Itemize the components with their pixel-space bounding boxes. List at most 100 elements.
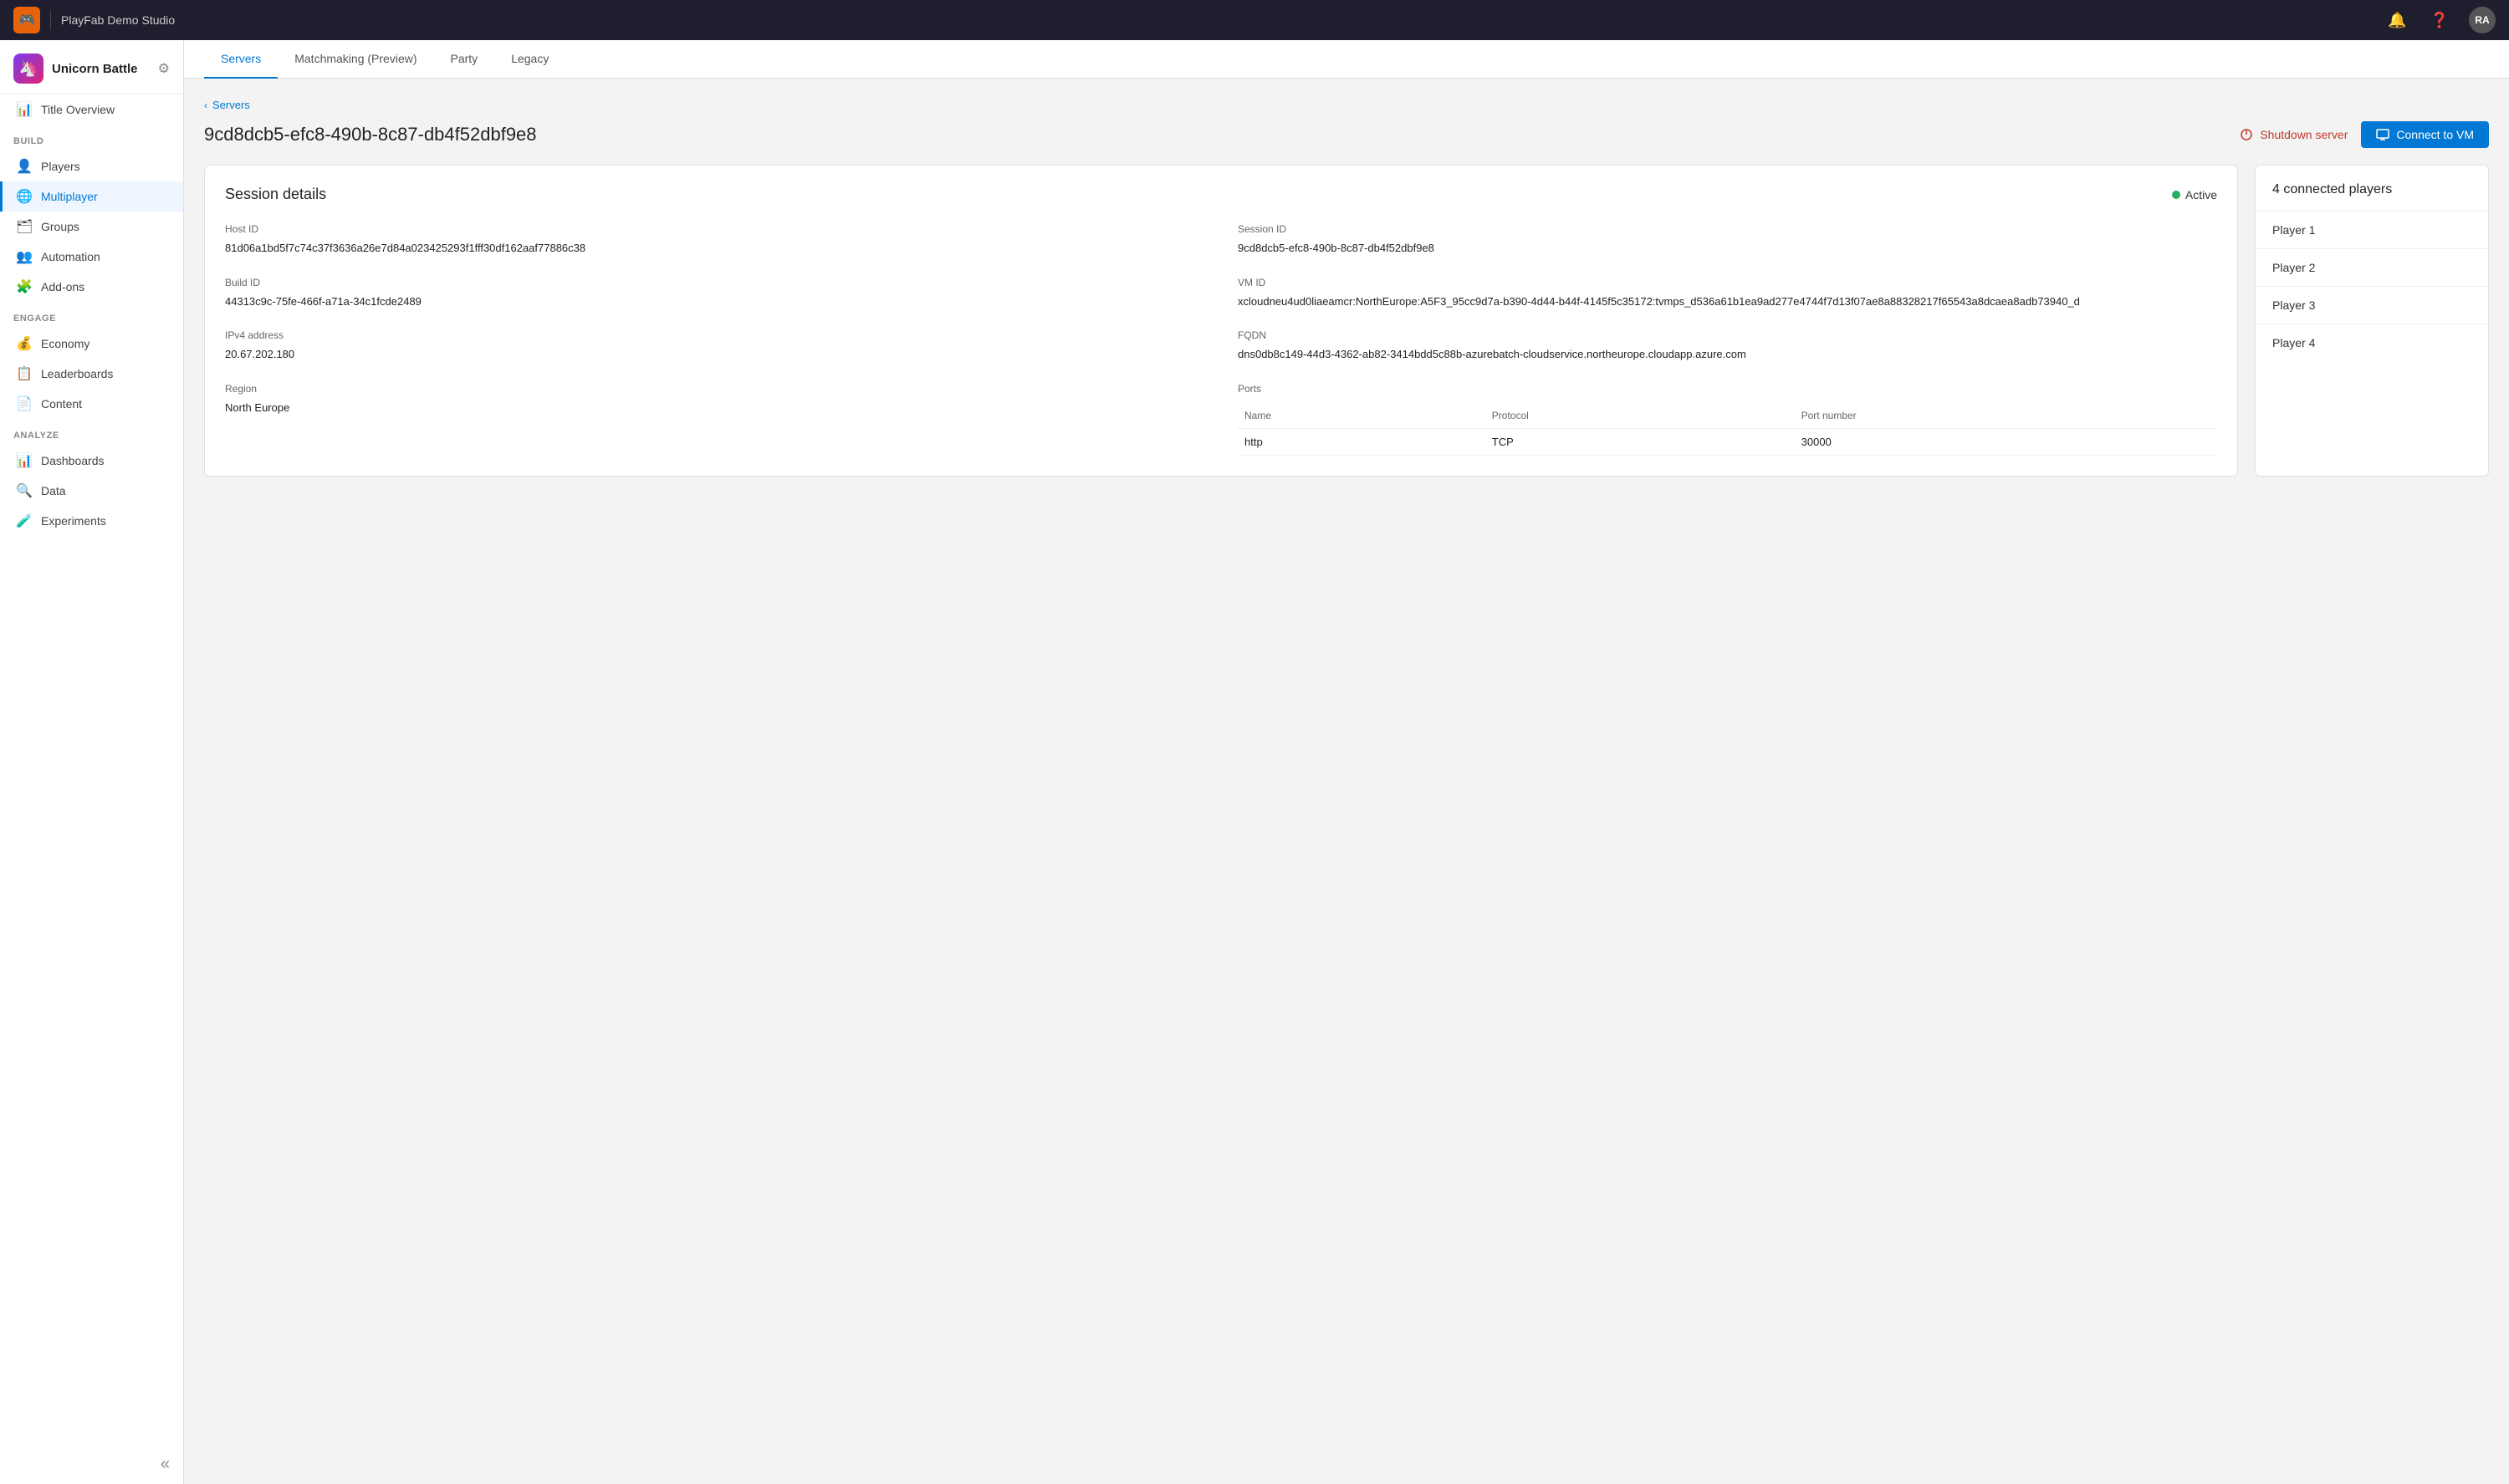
automation-icon: 👥: [16, 248, 33, 265]
sidebar-label-automation: Automation: [41, 250, 100, 263]
main-content: Servers Matchmaking (Preview) Party Lega…: [184, 40, 2509, 1484]
sidebar-label-dashboards: Dashboards: [41, 454, 105, 467]
two-col-layout: Session details Active Host ID 81d06a1bd…: [204, 165, 2489, 477]
port-number: 30000: [1795, 428, 2217, 455]
player-list-item[interactable]: Player 1: [2256, 212, 2488, 249]
breadcrumb[interactable]: ‹ Servers: [204, 99, 2489, 111]
port-name: http: [1238, 428, 1485, 455]
sidebar-collapse-button[interactable]: «: [0, 1445, 183, 1484]
sidebar-label-content: Content: [41, 397, 82, 411]
sidebar-label-data: Data: [41, 484, 66, 497]
page-title: 9cd8dcb5-efc8-490b-8c87-db4f52dbf9e8: [204, 124, 537, 145]
sidebar-item-players[interactable]: 👤 Players: [0, 151, 183, 181]
folder-icon: 🗂: [16, 218, 33, 235]
ipv4-label: IPv4 address: [225, 329, 1204, 341]
status-label: Active: [2185, 188, 2217, 201]
sidebar-item-economy[interactable]: 💰 Economy: [0, 329, 183, 359]
field-build-id: Build ID 44313c9c-75fe-466f-a71a-34c1fcd…: [225, 277, 1204, 310]
fqdn-value: dns0db8c149-44d3-4362-ab82-3414bdd5c88b-…: [1238, 346, 2217, 363]
sidebar-label-title-overview: Title Overview: [41, 103, 115, 116]
content-area: ‹ Servers 9cd8dcb5-efc8-490b-8c87-db4f52…: [184, 79, 2509, 1484]
sidebar-item-groups[interactable]: 🗂 Groups: [0, 212, 183, 242]
players-list: Player 1Player 2Player 3Player 4: [2256, 212, 2488, 361]
experiments-icon: 🧪: [16, 513, 33, 529]
dashboard-icon: 📊: [16, 452, 33, 469]
project-name: Unicorn Battle: [52, 62, 138, 76]
status-dot-icon: [2172, 191, 2180, 199]
fqdn-label: FQDN: [1238, 329, 2217, 341]
notifications-icon[interactable]: 🔔: [2388, 12, 2406, 29]
build-id-value: 44313c9c-75fe-466f-a71a-34c1fcde2489: [225, 293, 1204, 310]
sidebar-header: 🦄 Unicorn Battle ⚙: [0, 40, 183, 94]
host-id-label: Host ID: [225, 223, 1204, 235]
field-ipv4: IPv4 address 20.67.202.180: [225, 329, 1204, 363]
session-id-label: Session ID: [1238, 223, 2217, 235]
sidebar-label-economy: Economy: [41, 337, 89, 350]
sidebar: 🦄 Unicorn Battle ⚙ 📊 Title Overview BUIL…: [0, 40, 184, 1484]
vm-id-label: VM ID: [1238, 277, 2217, 288]
region-label: Region: [225, 383, 1204, 395]
section-analyze: ANALYZE: [0, 419, 183, 446]
tab-party[interactable]: Party: [434, 40, 495, 79]
leaderboard-icon: 📋: [16, 365, 33, 382]
sidebar-item-data[interactable]: 🔍 Data: [0, 476, 183, 506]
sidebar-label-leaderboards: Leaderboards: [41, 367, 113, 380]
player-list-item[interactable]: Player 3: [2256, 287, 2488, 324]
field-ports: Ports Name Protocol Port number: [1238, 383, 2217, 456]
connect-to-vm-button[interactable]: Connect to VM: [2361, 121, 2489, 148]
port-row: http TCP 30000: [1238, 428, 2217, 455]
sidebar-label-players: Players: [41, 160, 80, 173]
player-list-item[interactable]: Player 2: [2256, 249, 2488, 287]
sidebar-item-title-overview[interactable]: 📊 Title Overview: [0, 94, 183, 125]
sidebar-item-experiments[interactable]: 🧪 Experiments: [0, 506, 183, 536]
session-fields-grid: Host ID 81d06a1bd5f7c74c37f3636a26e7d84a…: [225, 223, 2217, 456]
tab-servers[interactable]: Servers: [204, 40, 278, 79]
globe-icon: 🌐: [16, 188, 33, 205]
session-id-value: 9cd8dcb5-efc8-490b-8c87-db4f52dbf9e8: [1238, 240, 2217, 257]
user-avatar[interactable]: RA: [2469, 7, 2496, 33]
field-vm-id: VM ID xcloudneu4ud0liaeamcr:NorthEurope:…: [1238, 277, 2217, 310]
players-panel-title: 4 connected players: [2256, 182, 2488, 212]
project-settings-icon[interactable]: ⚙: [158, 60, 170, 77]
connect-label: Connect to VM: [2396, 128, 2474, 141]
breadcrumb-chevron-icon: ‹: [204, 99, 207, 111]
tab-legacy[interactable]: Legacy: [494, 40, 565, 79]
port-protocol: TCP: [1485, 428, 1795, 455]
sidebar-label-multiplayer: Multiplayer: [41, 190, 98, 203]
tab-bar: Servers Matchmaking (Preview) Party Lega…: [184, 40, 2509, 79]
help-icon[interactable]: ❓: [2430, 12, 2449, 29]
app-title: PlayFab Demo Studio: [61, 13, 175, 27]
sidebar-item-leaderboards[interactable]: 📋 Leaderboards: [0, 359, 183, 389]
content-icon: 📄: [16, 395, 33, 412]
power-icon: [2240, 128, 2253, 141]
page-actions: Shutdown server Connect to VM: [2240, 121, 2489, 148]
port-col-name: Name: [1238, 406, 1485, 429]
sidebar-item-addons[interactable]: 🧩 Add-ons: [0, 272, 183, 302]
ports-label: Ports: [1238, 383, 2217, 395]
build-id-label: Build ID: [225, 277, 1204, 288]
field-region: Region North Europe: [225, 383, 1204, 456]
ipv4-value: 20.67.202.180: [225, 346, 1204, 363]
app-logo[interactable]: 🎮: [13, 7, 40, 33]
connected-players-panel: 4 connected players Player 1Player 2Play…: [2255, 165, 2489, 477]
page-header: 9cd8dcb5-efc8-490b-8c87-db4f52dbf9e8 Shu…: [204, 121, 2489, 148]
field-session-id: Session ID 9cd8dcb5-efc8-490b-8c87-db4f5…: [1238, 223, 2217, 257]
nav-divider: [50, 10, 51, 30]
bar-chart-icon: 📊: [16, 101, 33, 118]
sidebar-item-dashboards[interactable]: 📊 Dashboards: [0, 446, 183, 476]
sidebar-item-multiplayer[interactable]: 🌐 Multiplayer: [0, 181, 183, 212]
player-list-item[interactable]: Player 4: [2256, 324, 2488, 361]
data-icon: 🔍: [16, 482, 33, 499]
field-fqdn: FQDN dns0db8c149-44d3-4362-ab82-3414bdd5…: [1238, 329, 2217, 363]
status-badge: Active: [2172, 188, 2217, 201]
shutdown-server-button[interactable]: Shutdown server: [2240, 128, 2348, 141]
session-details-panel: Session details Active Host ID 81d06a1bd…: [204, 165, 2238, 477]
ports-table: Name Protocol Port number http TCP 30000: [1238, 406, 2217, 456]
sidebar-item-content[interactable]: 📄 Content: [0, 389, 183, 419]
addon-icon: 🧩: [16, 278, 33, 295]
sidebar-item-automation[interactable]: 👥 Automation: [0, 242, 183, 272]
tab-matchmaking[interactable]: Matchmaking (Preview): [278, 40, 433, 79]
session-title: Session details: [225, 186, 326, 203]
monitor-icon: [2376, 128, 2389, 141]
top-nav: 🎮 PlayFab Demo Studio 🔔 ❓ RA: [0, 0, 2509, 40]
